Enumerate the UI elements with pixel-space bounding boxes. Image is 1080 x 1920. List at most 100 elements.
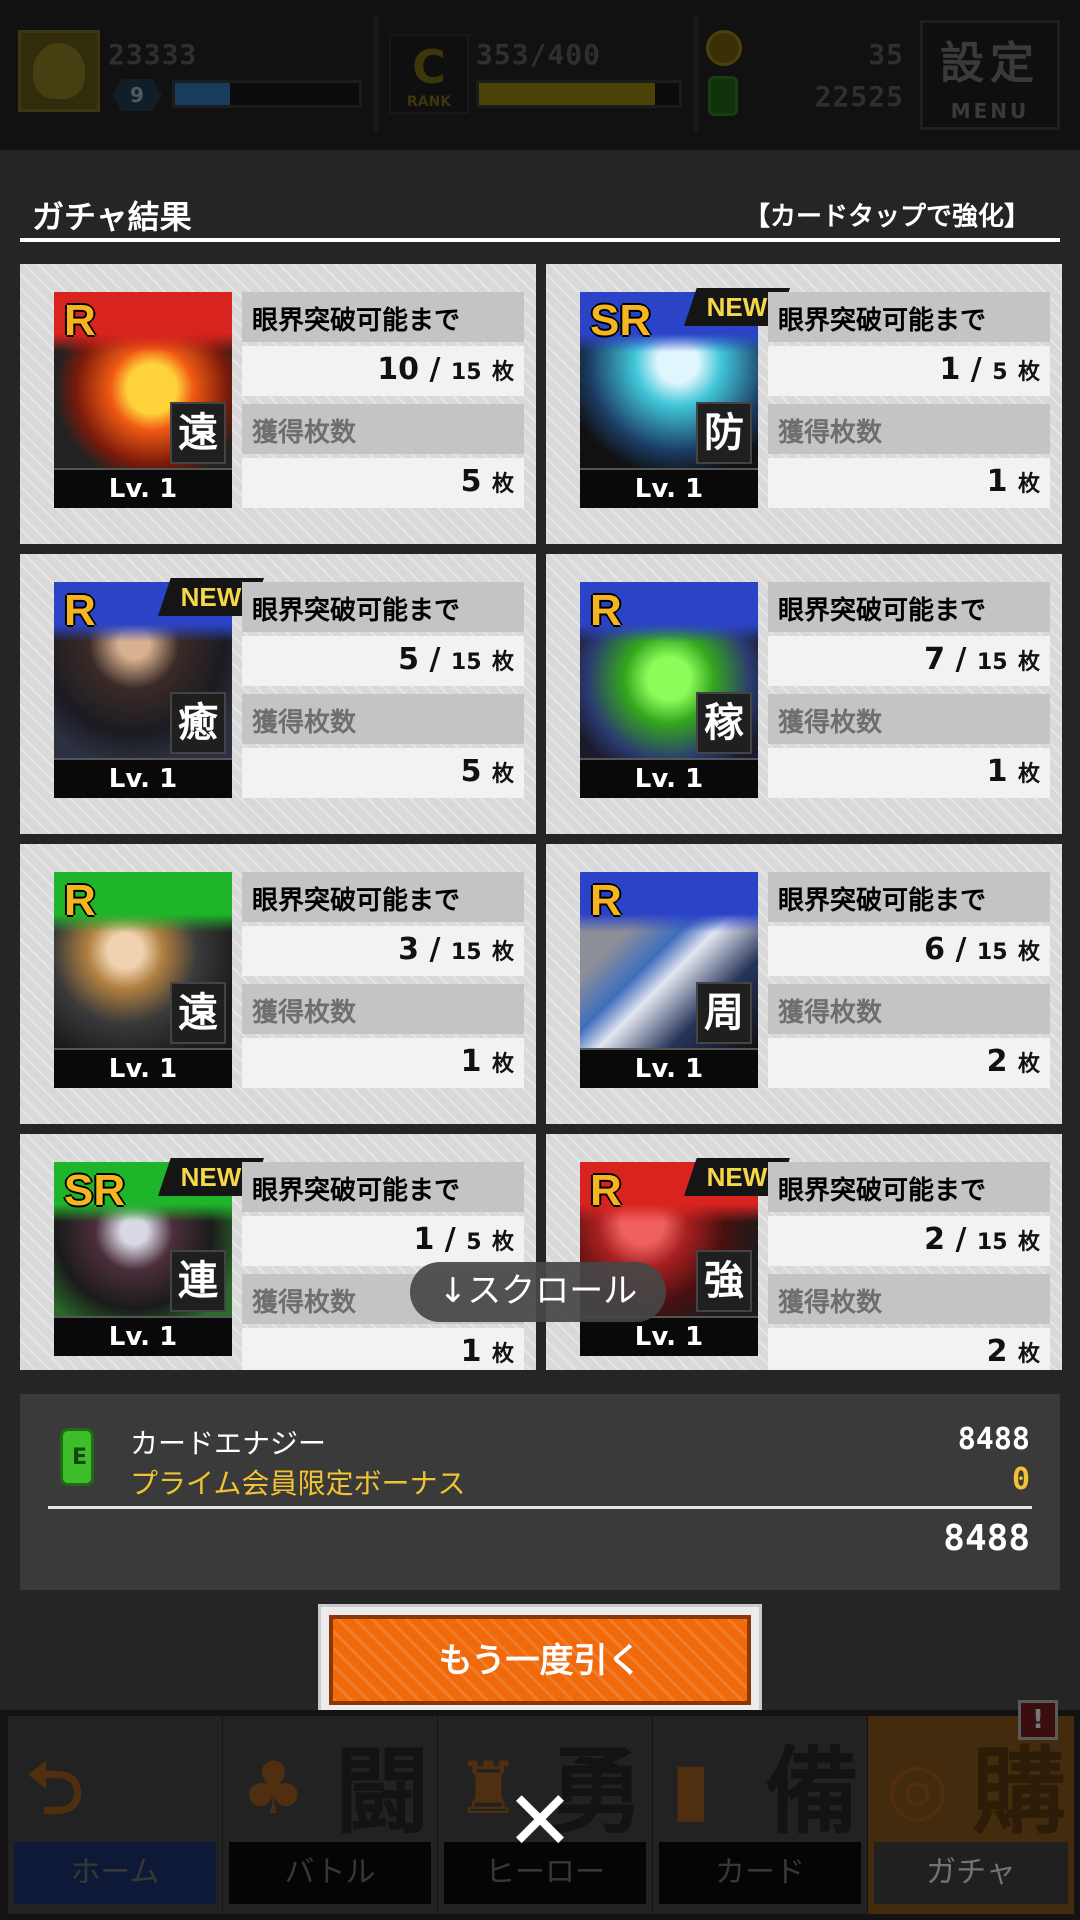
energy-icon (708, 76, 738, 116)
obtained-value: 5 枚 (242, 458, 524, 508)
obtained-count: 1 (460, 1044, 482, 1079)
card-rarity: R (64, 586, 96, 635)
limit-max: 5 (992, 360, 1008, 385)
title-divider (20, 238, 1060, 242)
limit-break-label: 眼界突破可能まで (242, 582, 524, 632)
gacha-card-cell[interactable]: SR 連 Lv. 1 NEW 眼界突破可能まで 1 / 5 枚 獲得枚数 1 枚 (20, 1134, 536, 1370)
obtained-value: 1 枚 (242, 1038, 524, 1088)
limit-max: 5 (466, 1230, 482, 1255)
nav-item-gacha[interactable]: 購 ◎ ガチャ (868, 1716, 1074, 1914)
obtained-unit: 枚 (491, 762, 514, 787)
limit-current: 3 (398, 932, 420, 967)
menu-button[interactable]: 設定 MENU (920, 20, 1060, 130)
gacha-card-cell[interactable]: R 癒 Lv. 1 NEW 眼界突破可能まで 5 / 15 枚 獲得枚数 5 枚 (20, 554, 536, 834)
obtained-unit: 枚 (491, 1052, 514, 1077)
limit-break-value: 5 / 15 枚 (242, 636, 524, 686)
alert-icon: ! (1018, 1700, 1058, 1740)
obtained-label: 獲得枚数 (242, 694, 524, 744)
card-rarity: SR (590, 296, 652, 345)
limit-unit: 枚 (1017, 360, 1040, 385)
limit-break-value: 7 / 15 枚 (768, 636, 1050, 686)
nav-item-card[interactable]: 備 ▮ カード (653, 1716, 867, 1914)
obtained-value: 1 枚 (768, 748, 1050, 798)
gacha-card-cell[interactable]: R 遠 Lv. 1 眼界突破可能まで 3 / 15 枚 獲得枚数 1 枚 (20, 844, 536, 1124)
card-role-badge: 遠 (170, 982, 226, 1044)
gacha-card-cell[interactable]: SR 防 Lv. 1 NEW 眼界突破可能まで 1 / 5 枚 獲得枚数 1 枚 (546, 264, 1062, 544)
card-role-badge: 遠 (170, 402, 226, 464)
limit-unit: 枚 (1017, 940, 1040, 965)
limit-current: 6 (924, 932, 946, 967)
nav-item-battle[interactable]: 闘 ♣ バトル (223, 1716, 437, 1914)
card-role-badge: 防 (696, 402, 752, 464)
obtained-unit: 枚 (1017, 1342, 1040, 1367)
status-bar: 23333 9 C RANK 353/400 35 22525 設定 MENU (0, 0, 1080, 150)
card-role-badge: 癒 (170, 692, 226, 754)
gacha-card-cell[interactable]: R 稼 Lv. 1 眼界突破可能まで 7 / 15 枚 獲得枚数 1 枚 (546, 554, 1062, 834)
card-level: Lv. 1 (580, 758, 758, 798)
obtained-label: 獲得枚数 (768, 404, 1050, 454)
obtained-value: 1 枚 (768, 458, 1050, 508)
limit-break-value: 1 / 5 枚 (242, 1216, 524, 1266)
obtained-unit: 枚 (1017, 762, 1040, 787)
back-arrow-icon: ⮌ (26, 1746, 84, 1830)
coin-count: 35 (868, 38, 904, 71)
obtained-count: 5 (460, 754, 482, 789)
card-level: Lv. 1 (54, 1048, 232, 1088)
energy-summary: E カードエナジー プライム会員限定ボーナス 8488 0 8488 (20, 1394, 1060, 1590)
card-art[interactable]: R 遠 Lv. 1 (54, 872, 232, 1088)
obtained-unit: 枚 (1017, 1052, 1040, 1077)
limit-max: 15 (450, 360, 482, 385)
obtained-label: 獲得枚数 (768, 984, 1050, 1034)
card-art[interactable]: R 周 Lv. 1 (580, 872, 758, 1088)
nav-label: ホーム (14, 1842, 216, 1904)
nav-label: カード (659, 1842, 861, 1904)
obtained-count: 2 (986, 1044, 1008, 1079)
limit-break-value: 1 / 5 枚 (768, 346, 1050, 396)
limit-current: 7 (924, 642, 946, 677)
limit-break-label: 眼界突破可能まで (768, 582, 1050, 632)
card-role-badge: 強 (696, 1250, 752, 1312)
card-rarity: R (64, 296, 96, 345)
energy-total: 8488 (943, 1518, 1030, 1559)
gacha-card-cell[interactable]: R 強 Lv. 1 NEW 眼界突破可能まで 2 / 15 枚 獲得枚数 2 枚 (546, 1134, 1062, 1370)
obtained-value: 1 枚 (242, 1328, 524, 1370)
limit-break-label: 眼界突破可能まで (768, 872, 1050, 922)
limit-max: 15 (976, 650, 1008, 675)
limit-unit: 枚 (491, 1230, 514, 1255)
limit-unit: 枚 (491, 360, 514, 385)
card-art[interactable]: R 稼 Lv. 1 (580, 582, 758, 798)
card-art[interactable]: R 遠 Lv. 1 (54, 292, 232, 508)
close-icon[interactable]: ✕ (500, 1781, 580, 1863)
gamepad-icon: ♣ (241, 1746, 306, 1830)
limit-unit: 枚 (491, 650, 514, 675)
obtained-count: 5 (460, 464, 482, 499)
limit-break-label: 眼界突破可能まで (768, 1162, 1050, 1212)
limit-break-value: 10 / 15 枚 (242, 346, 524, 396)
card-rarity: SR (64, 1166, 126, 1215)
obtained-value: 2 枚 (768, 1038, 1050, 1088)
limit-max: 15 (450, 940, 482, 965)
limit-break-value: 6 / 15 枚 (768, 926, 1050, 976)
nav-item-home[interactable]: ⮌ ホーム (8, 1716, 222, 1914)
cards-icon: ▮ (671, 1746, 711, 1830)
obtained-value: 2 枚 (768, 1328, 1050, 1370)
exp-bar (172, 80, 362, 108)
nav-label: ガチャ (874, 1842, 1068, 1904)
limit-current: 1 (939, 352, 961, 387)
gacha-card-cell[interactable]: R 遠 Lv. 1 眼界突破可能まで 10 / 15 枚 獲得枚数 5 枚 (20, 264, 536, 544)
card-role-badge: 周 (696, 982, 752, 1044)
obtained-unit: 枚 (491, 1342, 514, 1367)
obtained-label: 獲得枚数 (242, 984, 524, 1034)
player-avatar[interactable] (18, 30, 100, 112)
limit-max: 15 (450, 650, 482, 675)
rank-progress-text: 353/400 (476, 38, 602, 71)
limit-break-label: 眼界突破可能まで (242, 1162, 524, 1212)
card-level: Lv. 1 (580, 1316, 758, 1356)
prime-bonus-label: プライム会員限定ボーナス (130, 1467, 466, 1500)
draw-again-button[interactable]: もう一度引く (318, 1604, 762, 1716)
gacha-card-cell[interactable]: R 周 Lv. 1 眼界突破可能まで 6 / 15 枚 獲得枚数 2 枚 (546, 844, 1062, 1124)
limit-max: 15 (976, 1230, 1008, 1255)
obtained-label: 獲得枚数 (768, 1274, 1050, 1324)
energy-count: 22525 (814, 80, 904, 113)
obtained-unit: 枚 (1017, 472, 1040, 497)
